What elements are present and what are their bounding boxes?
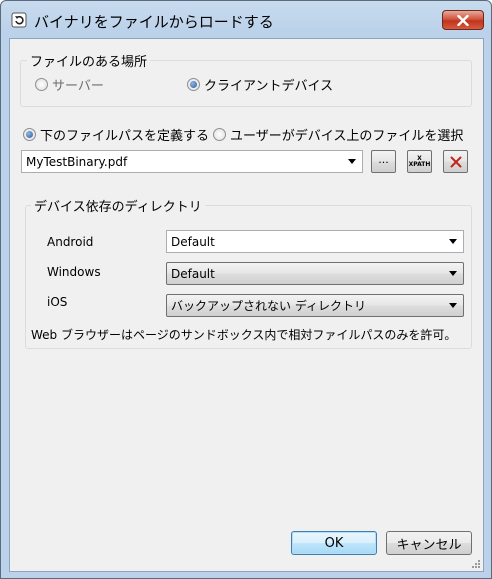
windows-dir-value: Default xyxy=(171,266,215,281)
file-path-value: MyTestBinary.pdf xyxy=(26,154,128,169)
ok-label: OK xyxy=(324,535,344,551)
xpath-button[interactable]: X XPATH xyxy=(407,150,432,173)
dialog-window: バイナリをファイルからロードする ファイルのある場所 サーバー クライアントデバ… xyxy=(0,0,492,579)
chevron-down-icon xyxy=(348,159,356,164)
radio-client-device-indicator xyxy=(187,78,200,91)
radio-user-select-indicator xyxy=(213,128,226,141)
window-title: バイナリをファイルからロードする xyxy=(34,13,274,31)
cancel-label: キャンセル xyxy=(396,537,462,553)
chevron-down-icon xyxy=(449,239,457,244)
radio-define-path[interactable]: 下のファイルパスを定義する xyxy=(23,125,209,144)
ios-dir-value: バックアップされない ディレクトリ xyxy=(171,299,366,313)
sandbox-note: Web ブラウザーはページのサンドボックス内で相対ファイルパスのみを許可。 xyxy=(31,328,457,342)
android-label: Android xyxy=(47,235,94,249)
browse-button[interactable]: ... xyxy=(371,150,396,173)
radio-client-device-label: クライアントデバイス xyxy=(204,79,334,94)
radio-client-device[interactable]: クライアントデバイス xyxy=(187,75,333,94)
chevron-down-icon xyxy=(449,271,457,276)
ios-dir-combo[interactable]: バックアップされない ディレクトリ xyxy=(166,294,464,317)
radio-server-indicator xyxy=(35,78,48,91)
android-dir-combo[interactable]: Default xyxy=(166,230,464,253)
file-path-combo[interactable]: MyTestBinary.pdf xyxy=(21,150,363,173)
delete-icon xyxy=(450,156,461,167)
browse-label: ... xyxy=(378,153,389,166)
radio-server[interactable]: サーバー xyxy=(35,75,104,94)
radio-user-select-label: ユーザーがデバイス上のファイルを選択 xyxy=(230,129,464,144)
radio-define-path-label: 下のファイルパスを定義する xyxy=(40,129,210,144)
windows-label: Windows xyxy=(47,265,101,279)
ios-label: iOS xyxy=(47,295,68,309)
close-icon xyxy=(457,14,469,26)
cancel-button[interactable]: キャンセル xyxy=(386,531,472,555)
title-bar[interactable]: バイナリをファイルからロードする xyxy=(1,1,491,39)
device-dirs-label: デバイス依存のディレクトリ xyxy=(31,196,205,215)
chevron-down-icon xyxy=(449,303,457,308)
radio-define-path-indicator xyxy=(23,128,36,141)
dialog-body: ファイルのある場所 サーバー クライアントデバイス 下のファイルパスを定義する … xyxy=(9,38,484,572)
file-location-label: ファイルのある場所 xyxy=(27,51,151,70)
xpath-label: XPATH xyxy=(408,160,431,168)
ok-button[interactable]: OK xyxy=(291,531,377,555)
android-dir-value: Default xyxy=(171,234,215,249)
radio-server-label: サーバー xyxy=(52,79,104,94)
radio-user-select[interactable]: ユーザーがデバイス上のファイルを選択 xyxy=(213,125,463,144)
resize-grip-icon[interactable] xyxy=(471,559,481,569)
close-button[interactable] xyxy=(442,10,484,30)
xpath-icon: X XPATH xyxy=(408,154,431,168)
delete-path-button[interactable] xyxy=(443,150,468,173)
windows-dir-combo[interactable]: Default xyxy=(166,262,464,285)
reload-icon xyxy=(11,12,27,28)
